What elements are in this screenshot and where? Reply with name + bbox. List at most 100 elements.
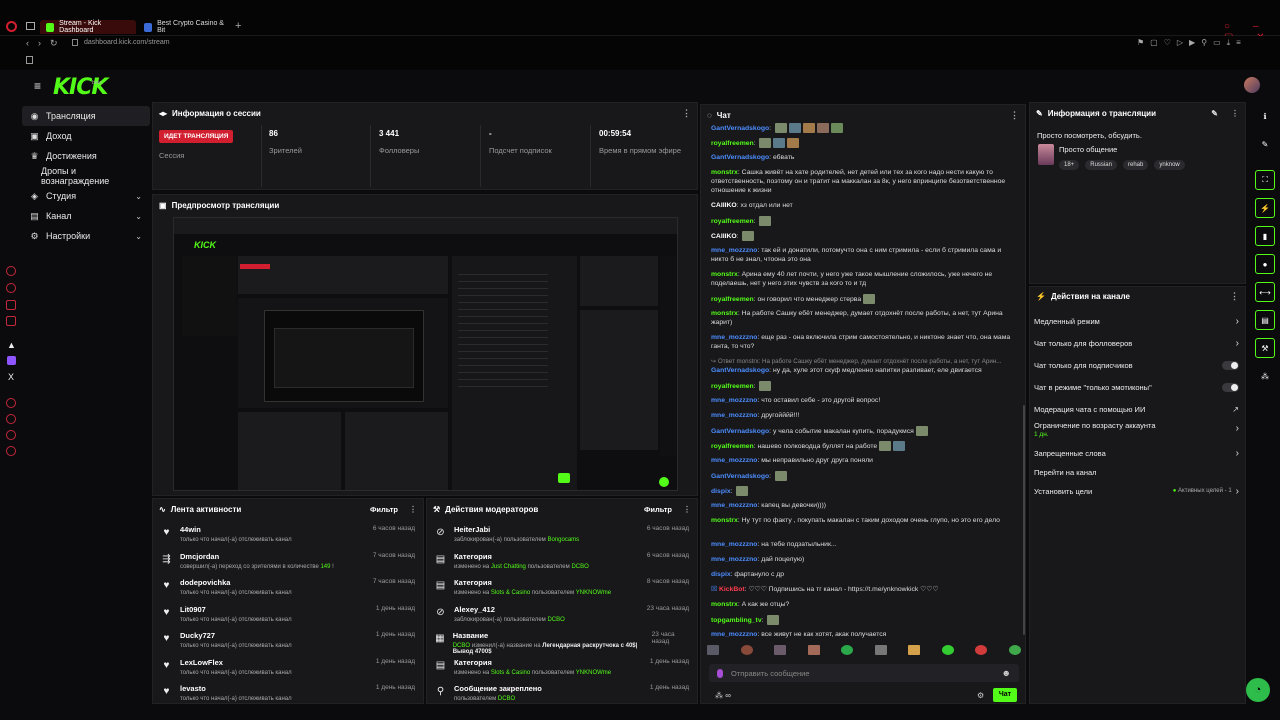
- emote[interactable]: [874, 645, 887, 655]
- chat-message[interactable]: royalfreemen:: [711, 381, 1016, 391]
- chat-message[interactable]: mne_mozzzno: дай поцелую): [711, 555, 1016, 564]
- browser-toolbar-icons[interactable]: ⚑▢♡▷▶⚲▭⤓≡: [1137, 38, 1247, 48]
- action-go-to-channel[interactable]: Перейти на канал: [1034, 463, 1239, 481]
- filter-button[interactable]: Фильтр: [644, 505, 672, 514]
- chat-message[interactable]: mne_mozzzno: все живут не как хотят, ака…: [711, 630, 1016, 639]
- wrench-tool-icon[interactable]: ⚒: [1255, 338, 1275, 358]
- filter-button[interactable]: Фильтр: [370, 505, 398, 514]
- rail-icon[interactable]: [6, 446, 16, 456]
- toggle-switch[interactable]: [1222, 360, 1239, 370]
- chat-message[interactable]: monstrx: Арина ему 40 лет почти, у него …: [711, 270, 1016, 288]
- x-social-icon[interactable]: X: [8, 372, 14, 382]
- list-item[interactable]: ♥ dodepovichka только что начал(-а) отслеж…: [153, 574, 423, 600]
- chat-tools-icon[interactable]: ⁂ ∞: [715, 691, 731, 700]
- chat-username[interactable]: GantVernadskogo: [711, 125, 769, 132]
- browser-tab[interactable]: Best Crypto Casino & Bit: [138, 20, 232, 34]
- sidebar-item-broadcast[interactable]: ◉ Трансляция: [22, 106, 150, 126]
- emote[interactable]: [1008, 645, 1021, 655]
- list-item[interactable]: ♥ Lit0907 только что начал(-а) отслеживать…: [153, 601, 423, 627]
- emote[interactable]: [807, 645, 820, 655]
- list-item[interactable]: ⊘ Alexey_412 заблокирован(-а) пользователе…: [427, 601, 697, 627]
- action-subscribers-only[interactable]: Чат только для подписчиков: [1034, 356, 1239, 374]
- sidebar-item-settings[interactable]: ⚙ Настройки ⌄: [22, 226, 150, 246]
- bookmark-icon[interactable]: [26, 56, 33, 64]
- more-menu-icon[interactable]: ⋮: [1231, 109, 1239, 118]
- chat-username[interactable]: monstrx: [711, 517, 738, 524]
- emote[interactable]: [740, 645, 753, 655]
- chat-username[interactable]: GantVernadskogo: [711, 367, 769, 374]
- action-set-goals[interactable]: Установить цели ● Активных целей - 1 ›: [1034, 482, 1239, 500]
- more-menu-icon[interactable]: ⋮: [682, 108, 691, 119]
- support-chat-icon[interactable]: ◔: [1246, 678, 1270, 702]
- list-item[interactable]: ▦ Название DCBO изменил(-а) название на Ле…: [427, 627, 697, 655]
- list-item[interactable]: ♥ 44win только что начал(-а) отслеживать к…: [153, 521, 423, 547]
- action-banned-words[interactable]: Запрещенные слова ›: [1034, 444, 1239, 462]
- chat-username[interactable]: mne_mozzzno: [711, 631, 757, 638]
- chat-message[interactable]: monstrx: А как же отцы?: [711, 600, 1016, 609]
- hamburger-menu-icon[interactable]: ≡: [34, 80, 41, 92]
- chat-scrollbar[interactable]: [1023, 405, 1025, 635]
- rail-icon[interactable]: [6, 300, 16, 310]
- highlight-user[interactable]: YNKNOWme: [576, 590, 611, 596]
- more-menu-icon[interactable]: ⋮: [1230, 291, 1239, 302]
- moderation-tool-icon[interactable]: ⛶: [1255, 170, 1275, 190]
- chat-message[interactable]: GantVernadskogo: ебвать: [711, 153, 1016, 162]
- chat-username[interactable]: topgambling_tv: [711, 617, 762, 624]
- stream-preview-video[interactable]: KICK: [173, 217, 678, 491]
- bolt-tool-icon[interactable]: ⚡: [1255, 198, 1275, 218]
- chat-username[interactable]: monstrx: [711, 169, 738, 176]
- new-tab-icon[interactable]: +: [235, 20, 241, 32]
- sidebar-item-drops[interactable]: Дропы и вознаграждение: [22, 166, 150, 186]
- list-item[interactable]: ▤ Категория изменено на Slots & Casino пол…: [427, 654, 697, 680]
- chat-username[interactable]: mne_mozzzno: [711, 541, 757, 548]
- chat-username[interactable]: GantVernadskogo: [711, 428, 769, 435]
- chat-username[interactable]: mne_mozzzno: [711, 247, 757, 254]
- chat-username[interactable]: royalfreemen: [711, 296, 754, 303]
- twitch-icon[interactable]: [7, 356, 16, 365]
- action-emote-only[interactable]: Чат в режиме "только эмотиконы": [1034, 378, 1239, 396]
- rail-icon[interactable]: [6, 398, 16, 408]
- chat-message[interactable]: royalfreemen:: [711, 216, 1016, 226]
- chat-username[interactable]: monstrx: [711, 271, 738, 278]
- list-item[interactable]: ♥ LexLowFlex только что начал(-а) отслежив…: [153, 654, 423, 680]
- browser-logo-icon[interactable]: [6, 21, 17, 32]
- action-followers-only[interactable]: Чат только для фолловеров ›: [1034, 334, 1239, 352]
- rail-icon[interactable]: [6, 316, 16, 326]
- chat-username[interactable]: CAIIIKO: [711, 202, 737, 209]
- chat-message[interactable]: GantVernadskogo: у челa событие макалан …: [711, 426, 1016, 436]
- emote[interactable]: [774, 645, 787, 655]
- chat-message[interactable]: mne_mozzzno: капец вы девочки)))): [711, 501, 1016, 510]
- chat-username[interactable]: mne_mozzzno: [711, 556, 757, 563]
- chat-username[interactable]: royalfreemen: [711, 218, 754, 225]
- chat-username[interactable]: monstrx: [711, 601, 738, 608]
- chat-message-list[interactable]: GantVernadskogo: royalfreemen: GantVerna…: [701, 123, 1027, 643]
- chat-message[interactable]: mne_mozzzno: мы неправильно друг друга п…: [711, 456, 1016, 465]
- chat-username[interactable]: GantVernadskogo: [711, 154, 769, 161]
- kick-logo[interactable]: KICK: [53, 75, 108, 100]
- chat-username[interactable]: GantVernadskogo: [711, 473, 769, 480]
- chat-message[interactable]: ☒ KickBot: ♡♡♡ Подпишись на тг канал - h…: [711, 585, 1016, 594]
- highlight-link[interactable]: Just Chatting: [491, 564, 526, 570]
- user-avatar[interactable]: [1244, 77, 1260, 93]
- chat-username[interactable]: mne_mozzzno: [711, 397, 757, 404]
- toggle-switch[interactable]: [1222, 382, 1239, 392]
- chat-username[interactable]: KickBot: [719, 586, 745, 593]
- chat-message[interactable]: monstrx: На работе Сашку ебёт менеджер, …: [711, 309, 1016, 327]
- sidebar-item-achievements[interactable]: ♛ Достижения: [22, 146, 150, 166]
- chat-message[interactable]: CAIIIKO: хз отдал или нет: [711, 201, 1016, 210]
- rail-icon[interactable]: [6, 283, 16, 293]
- list-item[interactable]: ♥ levasto только что начал(-а) отслеживать…: [153, 680, 423, 706]
- more-menu-icon[interactable]: ⋮: [683, 505, 691, 514]
- chat-message[interactable]: mne_mozzzno: что оставил себе - это друг…: [711, 396, 1016, 405]
- emote[interactable]: [908, 645, 921, 655]
- kick-rail-icon[interactable]: ▲: [7, 340, 16, 350]
- sidebar-item-studio[interactable]: ◈ Студия ⌄: [22, 186, 150, 206]
- chat-username[interactable]: dispix: [711, 571, 731, 578]
- highlight-link[interactable]: DCBO: [547, 617, 564, 623]
- chat-message[interactable]: CAIIIKO:: [711, 231, 1016, 241]
- chat-username[interactable]: dispix: [711, 488, 731, 495]
- chat-username[interactable]: mne_mozzzno: [711, 412, 757, 419]
- chat-message[interactable]: royalfreemen:: [711, 138, 1016, 148]
- chat-message[interactable]: mne_mozzzno: на тебе подзатыльник...: [711, 540, 1016, 549]
- highlight-link[interactable]: Slots & Casino: [491, 670, 530, 676]
